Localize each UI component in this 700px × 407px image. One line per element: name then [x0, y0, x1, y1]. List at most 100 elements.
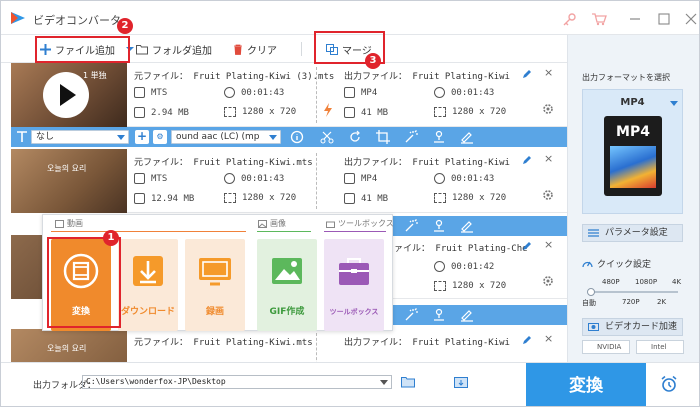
clear-label: クリア: [247, 45, 277, 57]
browse-folder-icon[interactable]: [401, 376, 415, 388]
effects-icon[interactable]: [404, 130, 418, 144]
tab-underline: [257, 231, 311, 232]
minimize-icon[interactable]: [627, 12, 643, 26]
slider-handle[interactable]: [587, 288, 595, 296]
remove-row-icon[interactable]: ×: [544, 66, 553, 79]
tab-underline: [51, 231, 246, 232]
quality-2k-label: 2K: [657, 298, 667, 306]
parameter-settings-label: パラメータ設定: [605, 228, 668, 238]
play-icon[interactable]: [43, 72, 89, 118]
remove-row-icon[interactable]: ×: [544, 152, 553, 165]
subtitle-settings-button[interactable]: ⚙: [153, 130, 167, 144]
settings-icon[interactable]: [542, 189, 554, 201]
output-size: 41 MB: [344, 107, 388, 118]
annotation-badge-3: 3: [365, 53, 381, 69]
chevron-down-icon: [670, 101, 678, 106]
rotate-icon[interactable]: [348, 130, 362, 144]
watermark-icon[interactable]: [432, 219, 446, 233]
subtitle-select[interactable]: なし: [31, 130, 129, 144]
settings-icon[interactable]: [542, 103, 554, 115]
output-resolution-value: 1280 x 720: [452, 193, 507, 203]
edit-icon[interactable]: [522, 335, 532, 345]
intel-badge: Intel: [636, 340, 684, 354]
clock-icon: [434, 173, 445, 184]
key-icon[interactable]: [561, 12, 577, 26]
add-folder-button[interactable]: フォルダ追加: [136, 41, 212, 57]
source-format: MTS: [134, 87, 167, 98]
settings-icon[interactable]: [542, 275, 554, 287]
resolution-icon: [434, 281, 446, 291]
toolbox-tile-label: ツールボックス: [329, 308, 379, 316]
text-icon: [17, 131, 27, 142]
edit-subtitle-icon[interactable]: [460, 130, 474, 144]
app-logo-icon: [11, 12, 25, 24]
parameter-settings-button[interactable]: パラメータ設定: [582, 224, 683, 242]
output-file-name: 出力ファイル： Fruit Plating-Kiwi: [344, 72, 510, 82]
info-icon[interactable]: [290, 130, 304, 144]
close-window-icon[interactable]: [683, 12, 699, 26]
video-thumbnail[interactable]: 1 単独: [11, 63, 127, 127]
output-resolution: 1280 x 720: [434, 281, 506, 291]
edit-icon[interactable]: [522, 69, 532, 79]
download-tile-label: ダウンロード: [120, 307, 175, 317]
quality-720p-label: 720P: [622, 298, 640, 306]
cut-icon[interactable]: [320, 130, 334, 144]
video-thumbnail[interactable]: 오늘의 요리: [11, 329, 127, 363]
row-divider: [316, 333, 317, 363]
edit-icon[interactable]: [522, 155, 532, 165]
effects-icon[interactable]: [404, 308, 418, 322]
add-subtitle-button[interactable]: +: [135, 130, 149, 144]
source-duration-value: 00:01:43: [241, 87, 285, 98]
gif-maker-tile[interactable]: GIF作成: [257, 239, 317, 331]
tab-toolbox[interactable]: ツールボックス: [326, 218, 394, 229]
source-resolution-value: 1280 x 720: [242, 193, 297, 203]
restore-icon[interactable]: [656, 12, 672, 26]
source-size: 12.94 MB: [134, 193, 194, 204]
edit-toolbar: [393, 305, 567, 325]
watermark-icon[interactable]: [432, 130, 446, 144]
download-tile[interactable]: ダウンロード: [118, 239, 178, 331]
video-thumbnail[interactable]: 오늘의 요리: [11, 149, 127, 213]
clock-icon: [224, 87, 235, 98]
edit-subtitle-icon[interactable]: [460, 219, 474, 233]
gpu-acceleration-button[interactable]: ビデオカード加速: [582, 318, 683, 336]
resolution-icon: [434, 193, 446, 203]
record-tile[interactable]: 録画: [185, 239, 245, 331]
source-duration-value: 00:01:43: [241, 173, 285, 184]
resolution-icon: [224, 107, 236, 117]
open-folder-icon[interactable]: [454, 376, 468, 388]
clear-button[interactable]: クリア: [233, 41, 277, 57]
annotation-badge-2: 2: [117, 18, 133, 34]
tab-underline: [324, 231, 386, 232]
output-path-value: C:\Users\wonderfox-JP\Desktop: [86, 377, 226, 386]
output-format-selector[interactable]: MP4 MP4: [582, 89, 683, 214]
edit-icon[interactable]: [522, 241, 532, 251]
alarm-clock-icon[interactable]: [660, 375, 678, 393]
file-row[interactable]: 1 単独 元ファイル： Fruit Plating-Kiwi (3).mts M…: [11, 63, 567, 127]
cart-icon[interactable]: [591, 12, 607, 26]
tab-image[interactable]: 画像: [258, 218, 286, 229]
tab-video-label: 動画: [67, 219, 83, 228]
source-format-value: MTS: [151, 173, 168, 184]
source-file-name: 元ファイル： Fruit Plating-Kiwi.mts: [134, 338, 313, 348]
effects-icon[interactable]: [404, 219, 418, 233]
crop-icon[interactable]: [376, 130, 390, 144]
edit-subtitle-icon[interactable]: [460, 308, 474, 322]
toolbox-tile[interactable]: ツールボックス: [324, 239, 384, 331]
output-resolution-value: 1280 x 720: [452, 107, 507, 117]
audio-track-select[interactable]: ound aac (LC) (mp: [171, 130, 281, 144]
convert-button[interactable]: 変換: [526, 363, 646, 406]
file-row[interactable]: 오늘의 요리 元ファイル： Fruit Plating-Kiwi.mts MTS…: [11, 149, 567, 213]
quality-slider[interactable]: [587, 288, 678, 296]
toolbox-icon: [339, 258, 369, 285]
output-folder-path[interactable]: C:\Users\wonderfox-JP\Desktop: [82, 375, 392, 389]
output-duration-value: 00:01:42: [451, 261, 495, 272]
watermark-icon[interactable]: [432, 308, 446, 322]
source-size-value: 2.94 MB: [151, 107, 189, 118]
remove-row-icon[interactable]: ×: [544, 238, 553, 251]
gif-maker-tile-label: GIF作成: [269, 307, 305, 317]
bottom-bar: 出力フォルダ： C:\Users\wonderfox-JP\Desktop 変換: [1, 362, 699, 406]
file-row[interactable]: 오늘의 요리 元ファイル： Fruit Plating-Kiwi.mts 出力フ…: [11, 329, 567, 363]
tab-video[interactable]: 動画: [55, 218, 83, 229]
remove-row-icon[interactable]: ×: [544, 332, 553, 345]
